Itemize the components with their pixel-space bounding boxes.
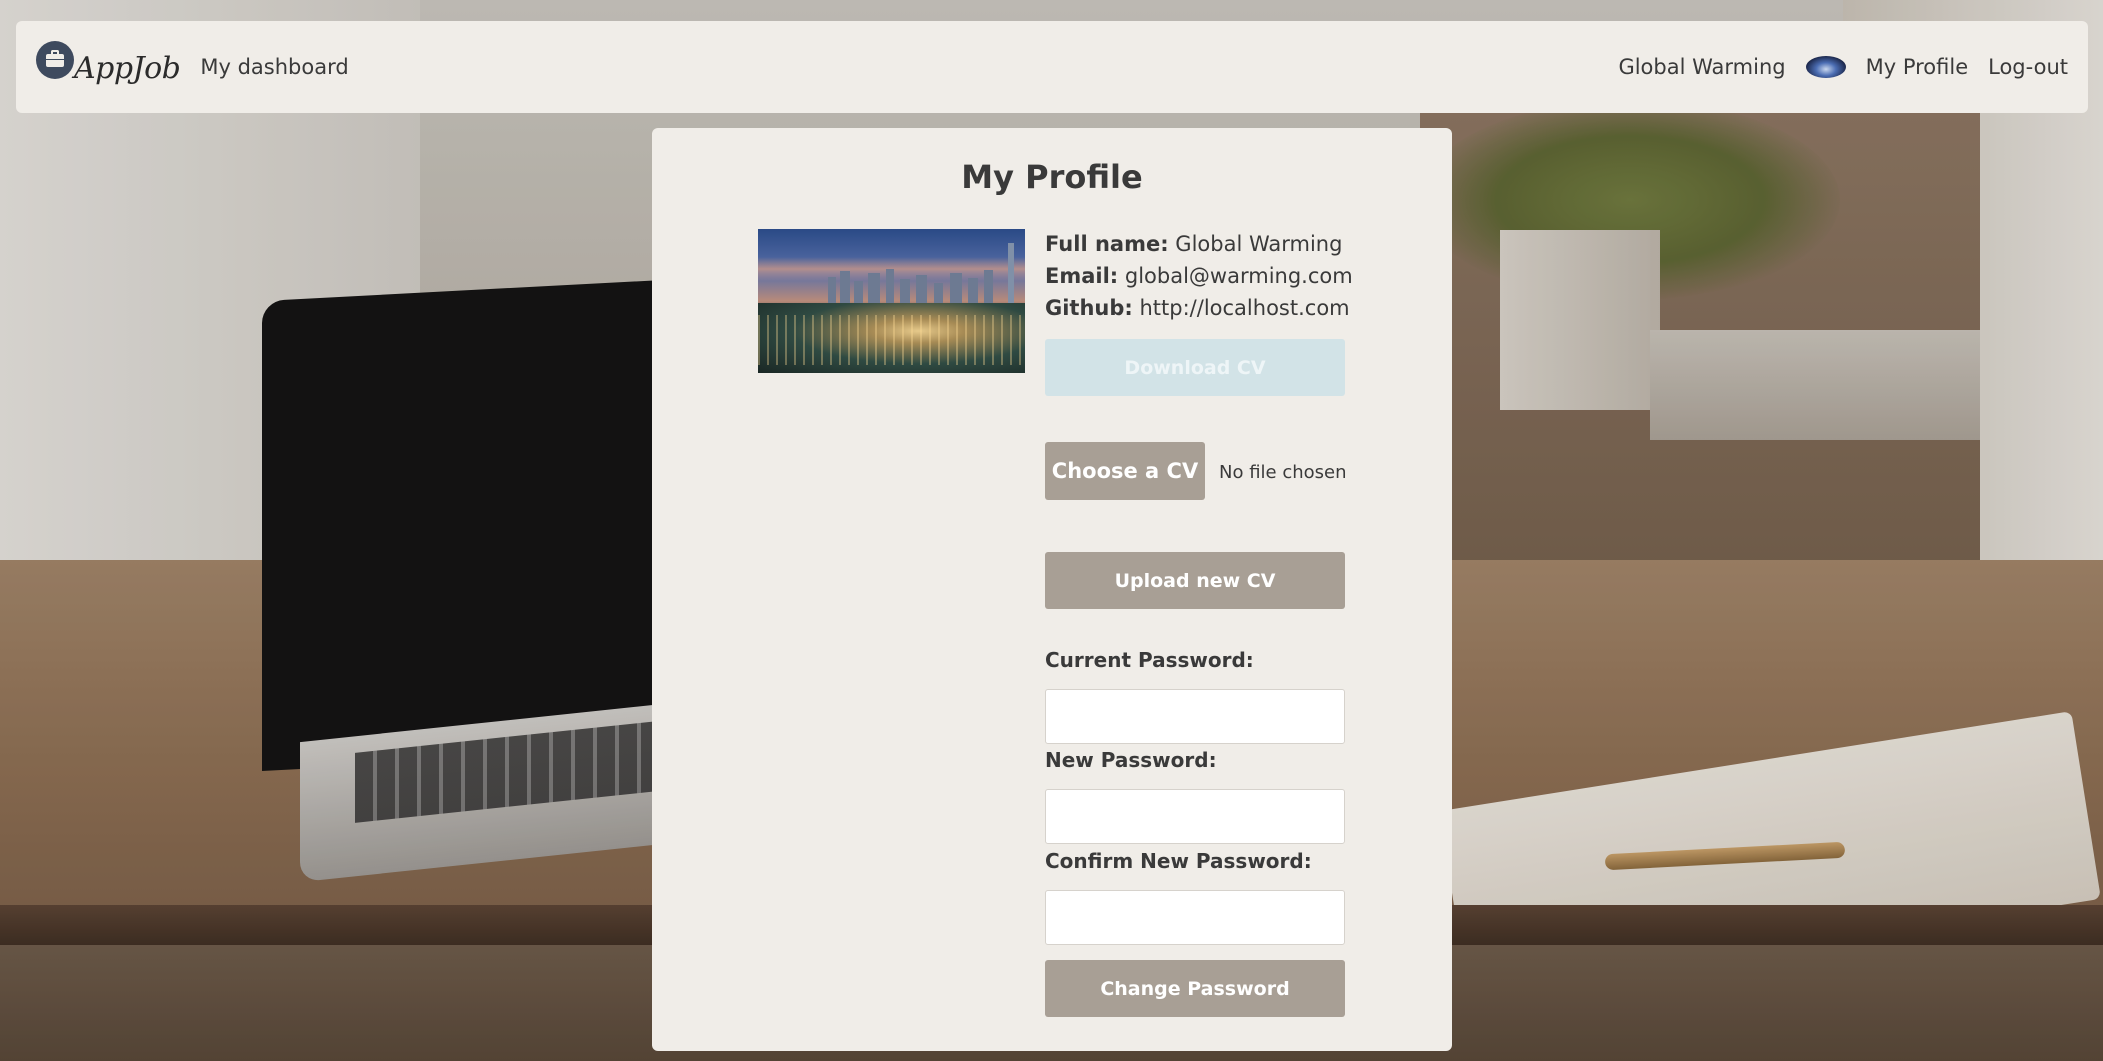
profile-info: Full name: Global Warming Email: global@… (1045, 228, 1353, 324)
nav-user-name: Global Warming (1618, 55, 1786, 79)
github-label: Github: (1045, 296, 1133, 320)
download-cv-button[interactable]: Download CV (1045, 339, 1345, 396)
email-row: Email: global@warming.com (1045, 260, 1353, 292)
full-name-label: Full name: (1045, 232, 1169, 256)
full-name-row: Full name: Global Warming (1045, 228, 1353, 260)
full-name-value: Global Warming (1175, 232, 1343, 256)
choose-cv-button[interactable]: Choose a CV (1045, 442, 1205, 500)
profile-photo (758, 229, 1025, 373)
email-value: global@warming.com (1124, 264, 1353, 288)
current-password-label: Current Password: (1045, 648, 1254, 672)
confirm-password-input[interactable] (1045, 890, 1345, 945)
nav-user-menu: Global Warming My Profile Log-out (1618, 55, 2068, 79)
nav-my-profile-link[interactable]: My Profile (1866, 55, 1969, 79)
brand-name: AppJob (74, 50, 181, 86)
profile-card: My Profile Full name: Global Warming Ema… (652, 128, 1452, 1051)
new-password-label: New Password: (1045, 748, 1217, 772)
change-password-button[interactable]: Change Password (1045, 960, 1345, 1017)
briefcase-icon (36, 41, 74, 79)
github-value: http://localhost.com (1139, 296, 1350, 320)
navbar: AppJob My dashboard Global Warming My Pr… (16, 21, 2088, 113)
nav-logout-link[interactable]: Log-out (1988, 55, 2068, 79)
avatar (1805, 56, 1846, 78)
email-label: Email: (1045, 264, 1119, 288)
current-password-input[interactable] (1045, 689, 1345, 744)
cv-file-picker: Choose a CV No file chosen (1045, 442, 1347, 500)
confirm-password-label: Confirm New Password: (1045, 849, 1312, 873)
nav-dashboard-link[interactable]: My dashboard (200, 55, 348, 79)
file-status: No file chosen (1219, 462, 1347, 483)
github-row: Github: http://localhost.com (1045, 292, 1353, 324)
brand-logo-link[interactable]: AppJob (36, 41, 181, 86)
page-title: My Profile (961, 158, 1143, 196)
upload-cv-button[interactable]: Upload new CV (1045, 552, 1345, 609)
new-password-input[interactable] (1045, 789, 1345, 844)
